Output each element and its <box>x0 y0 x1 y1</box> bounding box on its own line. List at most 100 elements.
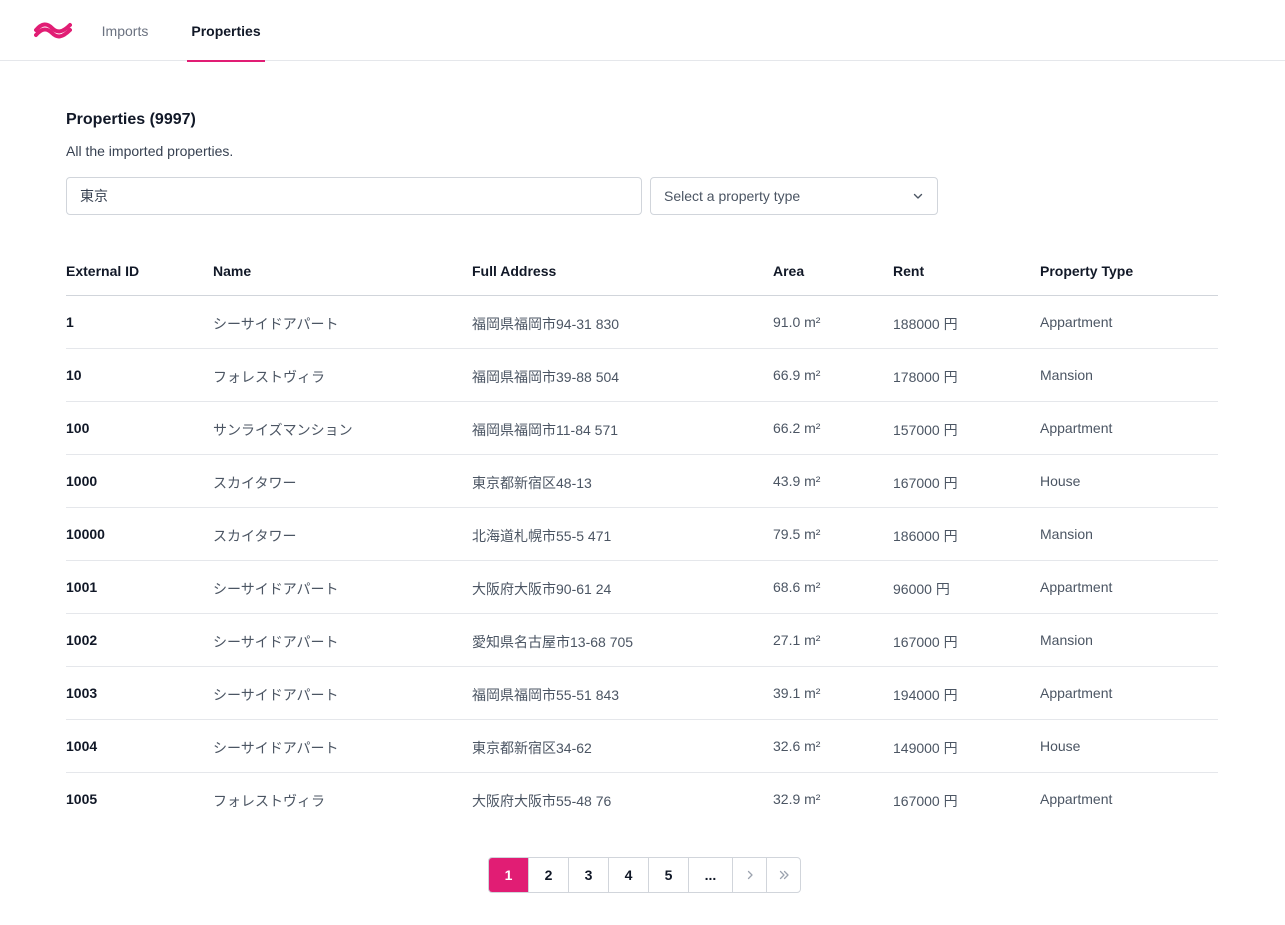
cell-area: 79.5 m² <box>773 526 821 542</box>
cell-external-id: 10 <box>66 367 82 383</box>
cell-external-id: 1 <box>66 314 74 330</box>
cell-rent: 186000 円 <box>893 528 958 544</box>
cell-property-type: Appartment <box>1040 791 1113 807</box>
cell-property-type: House <box>1040 738 1081 754</box>
column-header-rent: Rent <box>893 263 925 279</box>
property-type-select-label: Select a property type <box>664 188 801 204</box>
cell-area: 66.9 m² <box>773 367 821 383</box>
page-button-5[interactable]: 5 <box>648 858 688 892</box>
cell-external-id: 1000 <box>66 473 98 489</box>
search-input[interactable] <box>66 177 642 215</box>
tab-properties[interactable]: Properties <box>187 0 265 62</box>
cell-property-type: Appartment <box>1040 579 1113 595</box>
cell-property-type: Appartment <box>1040 420 1113 436</box>
cell-name: シーサイドアパート <box>213 581 339 597</box>
cell-name: フォレストヴィラ <box>213 793 325 809</box>
cell-property-type: House <box>1040 473 1081 489</box>
table-row[interactable]: 1005 フォレストヴィラ 大阪府大阪市55-48 76 32.9 m² 167000 … <box>66 773 1218 826</box>
cell-full-address: 福岡県福岡市39-88 504 <box>472 369 620 385</box>
top-navigation: Imports Properties <box>0 0 1285 62</box>
last-page-button[interactable] <box>766 858 800 892</box>
page-button-4[interactable]: 4 <box>608 858 648 892</box>
page-button-2[interactable]: 2 <box>528 858 568 892</box>
cell-rent: 188000 円 <box>893 316 958 332</box>
logo-icon[interactable] <box>34 17 72 41</box>
table-row[interactable]: 1002 シーサイドアパート 愛知県名古屋市13-68 705 27.1 m² 1670… <box>66 614 1218 667</box>
chevron-down-icon <box>913 193 923 199</box>
cell-area: 32.6 m² <box>773 738 821 754</box>
table-row[interactable]: 1 シーサイドアパート 福岡県福岡市94-31 830 91.0 m² 188000 円… <box>66 296 1218 349</box>
table-body: 1 シーサイドアパート 福岡県福岡市94-31 830 91.0 m² 188000 円… <box>66 296 1218 826</box>
cell-name: フォレストヴィラ <box>213 369 325 385</box>
cell-external-id: 1004 <box>66 738 98 754</box>
cell-rent: 149000 円 <box>893 740 958 756</box>
table-row[interactable]: 10000 スカイタワー 北海道札幌市55-5 471 79.5 m² 186000 円… <box>66 508 1218 561</box>
cell-rent: 167000 円 <box>893 475 958 491</box>
property-type-select[interactable]: Select a property type <box>650 177 938 215</box>
next-page-button[interactable] <box>732 858 766 892</box>
cell-full-address: 北海道札幌市55-5 471 <box>472 528 612 544</box>
cell-rent: 157000 円 <box>893 422 958 438</box>
cell-area: 32.9 m² <box>773 791 821 807</box>
cell-property-type: Appartment <box>1040 685 1113 701</box>
cell-property-type: Appartment <box>1040 314 1113 330</box>
cell-rent: 178000 円 <box>893 369 958 385</box>
cell-property-type: Mansion <box>1040 367 1093 383</box>
cell-full-address: 福岡県福岡市94-31 830 <box>472 316 620 332</box>
cell-full-address: 愛知県名古屋市13-68 705 <box>472 634 634 650</box>
page-button-1[interactable]: 1 <box>489 858 528 892</box>
properties-table: External ID Name Full Address Area Rent … <box>66 247 1218 826</box>
chevron-right-icon <box>747 870 753 880</box>
cell-name: スカイタワー <box>213 528 297 544</box>
cell-full-address: 福岡県福岡市55-51 843 <box>472 687 620 703</box>
page-ellipsis: ... <box>688 858 732 892</box>
tab-imports[interactable]: Imports <box>95 0 155 61</box>
cell-area: 27.1 m² <box>773 632 821 648</box>
cell-full-address: 福岡県福岡市11-84 571 <box>472 422 619 438</box>
cell-area: 66.2 m² <box>773 420 821 436</box>
page-button-3[interactable]: 3 <box>568 858 608 892</box>
table-row[interactable]: 1004 シーサイドアパート 東京都新宿区34-62 32.6 m² 149000 円 H… <box>66 720 1218 773</box>
cell-external-id: 1005 <box>66 791 98 807</box>
cell-rent: 96000 円 <box>893 581 950 597</box>
table-row[interactable]: 100 サンライズマンション 福岡県福岡市11-84 571 66.2 m² 15700… <box>66 402 1218 455</box>
table-row[interactable]: 1001 シーサイドアパート 大阪府大阪市90-61 24 68.6 m² 96000 … <box>66 561 1218 614</box>
cell-rent: 167000 円 <box>893 634 958 650</box>
cell-external-id: 10000 <box>66 526 105 542</box>
double-chevron-right-icon <box>779 870 789 880</box>
cell-full-address: 東京都新宿区48-13 <box>472 475 592 491</box>
cell-external-id: 1001 <box>66 579 98 595</box>
cell-full-address: 大阪府大阪市55-48 76 <box>472 793 612 809</box>
cell-name: サンライズマンション <box>213 422 353 438</box>
cell-name: スカイタワー <box>213 475 297 491</box>
table-row[interactable]: 1003 シーサイドアパート 福岡県福岡市55-51 843 39.1 m² 19400… <box>66 667 1218 720</box>
pagination: 1 2 3 4 5 ... <box>488 857 801 893</box>
cell-area: 39.1 m² <box>773 685 821 701</box>
column-header-full-address: Full Address <box>472 263 557 279</box>
cell-rent: 167000 円 <box>893 793 958 809</box>
cell-area: 91.0 m² <box>773 314 821 330</box>
column-header-name: Name <box>213 263 252 279</box>
table-header: External ID Name Full Address Area Rent … <box>66 247 1218 296</box>
page-subtitle: All the imported properties. <box>66 143 234 159</box>
cell-external-id: 1002 <box>66 632 98 648</box>
column-header-property-type: Property Type <box>1040 263 1134 279</box>
cell-full-address: 東京都新宿区34-62 <box>472 740 592 756</box>
cell-area: 43.9 m² <box>773 473 821 489</box>
cell-external-id: 100 <box>66 420 90 436</box>
cell-external-id: 1003 <box>66 685 98 701</box>
cell-rent: 194000 円 <box>893 687 958 703</box>
cell-name: シーサイドアパート <box>213 634 339 650</box>
cell-area: 68.6 m² <box>773 579 821 595</box>
cell-name: シーサイドアパート <box>213 740 339 756</box>
table-row[interactable]: 10 フォレストヴィラ 福岡県福岡市39-88 504 66.9 m² 178000 円… <box>66 349 1218 402</box>
cell-full-address: 大阪府大阪市90-61 24 <box>472 581 612 597</box>
cell-name: シーサイドアパート <box>213 316 339 332</box>
cell-property-type: Mansion <box>1040 526 1093 542</box>
cell-name: シーサイドアパート <box>213 687 339 703</box>
page-title: Properties (9997) <box>66 111 196 128</box>
column-header-external-id: External ID <box>66 263 140 279</box>
column-header-area: Area <box>773 263 805 279</box>
cell-property-type: Mansion <box>1040 632 1093 648</box>
table-row[interactable]: 1000 スカイタワー 東京都新宿区48-13 43.9 m² 167000 円 Hous… <box>66 455 1218 508</box>
